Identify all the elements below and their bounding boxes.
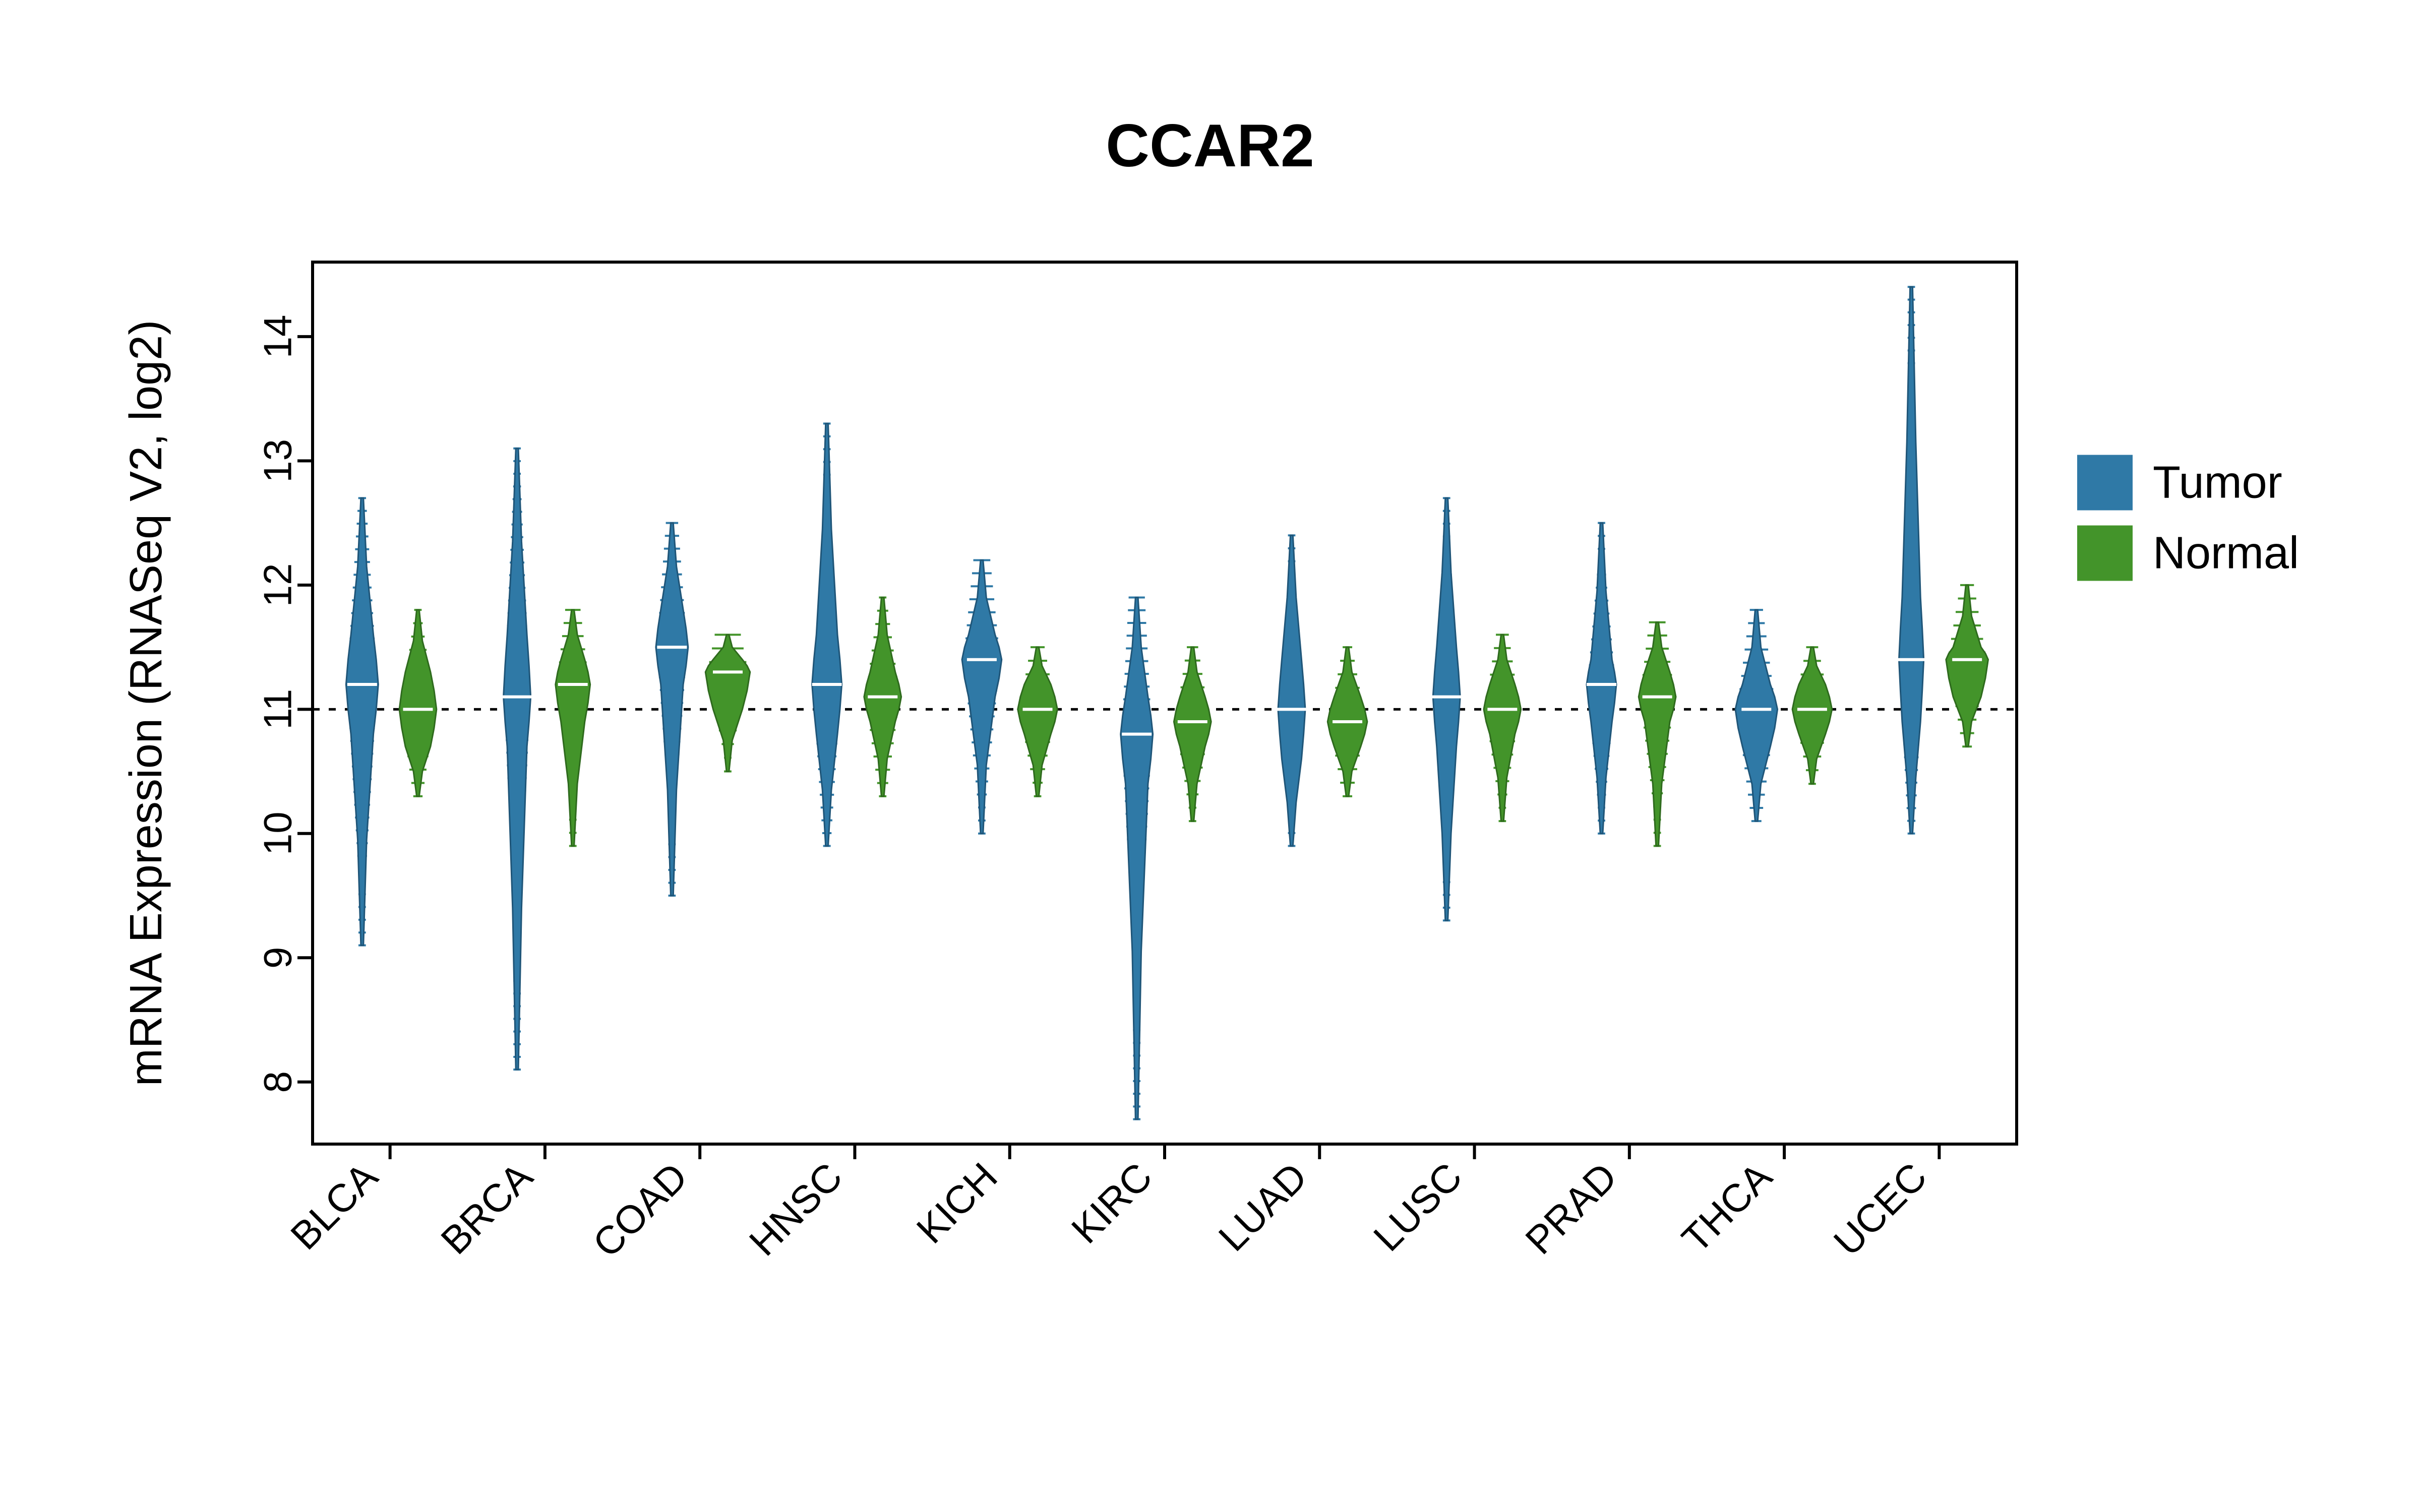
violin [812, 423, 842, 846]
legend-swatch [2077, 455, 2133, 511]
x-category-label: PRAD [1517, 1154, 1625, 1263]
y-axis-label: mRNA Expression (RNASeq V2, log2) [121, 320, 171, 1087]
violin [1735, 610, 1778, 821]
x-category-label: KIRC [1063, 1154, 1161, 1252]
y-tick-label: 11 [255, 689, 299, 730]
expression-plot: 8 9 10 11 12 13 14 mRNA Expression (RNASeq V2, … [0, 0, 2420, 1512]
legend-label: Normal [2153, 528, 2299, 579]
violin [399, 610, 437, 796]
violin [1899, 287, 1923, 834]
legend-swatch [2077, 526, 2133, 581]
violin [1946, 585, 1988, 746]
x-category-label: LUSC [1365, 1154, 1470, 1259]
violin [556, 610, 590, 846]
violin [656, 523, 688, 896]
y-tick-label: 13 [255, 439, 299, 483]
violin [346, 498, 378, 945]
y-tick-label: 8 [255, 1071, 299, 1093]
y-tick-label: 12 [255, 563, 299, 607]
violin [1587, 523, 1616, 834]
x-category-label: BRCA [432, 1154, 540, 1263]
y-tick-label: 14 [255, 315, 299, 359]
legend-label: Tumor [2153, 458, 2282, 508]
violin [1639, 622, 1676, 846]
y-tick-label: 9 [255, 947, 299, 969]
violin [1433, 498, 1460, 920]
violin [1121, 597, 1153, 1119]
violin [504, 449, 531, 1069]
violin [1018, 647, 1058, 796]
x-category-label: LUAD [1210, 1154, 1315, 1259]
x-category-label: BLCA [282, 1154, 386, 1258]
violin [705, 635, 750, 771]
x-category-label: THCA [1673, 1154, 1780, 1261]
violin [1792, 647, 1832, 784]
violin [1278, 535, 1305, 846]
x-category-label: UCEC [1825, 1154, 1935, 1265]
x-category-label: KICH [908, 1154, 1006, 1252]
x-category-label: HNSC [741, 1154, 851, 1265]
x-category-label: COAD [584, 1154, 696, 1266]
violin [1174, 647, 1211, 821]
violin [1484, 635, 1521, 821]
y-tick-label: 10 [255, 811, 299, 855]
violin [962, 560, 1002, 834]
